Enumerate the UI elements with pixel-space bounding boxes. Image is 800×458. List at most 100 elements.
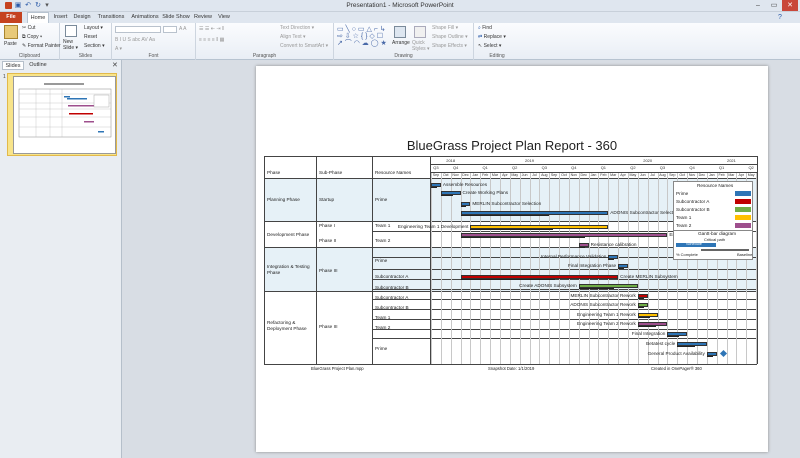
resource-label: Prime [375, 258, 388, 263]
layout-button[interactable]: Layout ▾ [84, 25, 103, 31]
resource-label: Subcontractor B [375, 305, 409, 310]
legend-baseline-bar [701, 249, 749, 251]
app-icon[interactable] [3, 1, 13, 10]
help-icon[interactable]: ? [778, 14, 782, 21]
month-label: Feb [718, 173, 725, 177]
task-label[interactable]: Engineering Team 1 Development [398, 224, 469, 229]
shapes-gallery[interactable]: ▭ ╲ ○ ▭ △ ⌐ ↳ ⇨ ⇩ ☆ { } ◇ ☐ ↗ ⌒ ◠ ☁ ◯ ★ [337, 26, 391, 48]
find-button[interactable]: ⌕ Find [478, 25, 492, 31]
tab-design[interactable]: Design [72, 12, 92, 23]
tab-insert[interactable]: Insert [52, 12, 69, 23]
close-button[interactable]: ✕ [782, 0, 798, 11]
slide-thumbnail[interactable] [13, 76, 116, 154]
maximize-button[interactable]: ▭ [766, 0, 782, 11]
format-painter-button[interactable]: ✎ Format Painter [22, 43, 61, 49]
cut-label: Cut [27, 25, 36, 31]
month-label: Nov [688, 173, 696, 177]
task-label[interactable]: Final Integration [632, 331, 666, 336]
progress-bar [460, 236, 585, 238]
font-name-input[interactable] [115, 26, 161, 33]
undo-icon[interactable]: ↶ [23, 1, 33, 10]
grid-col-line [316, 156, 317, 364]
list-icons[interactable]: ☰ ☰ ⇤ ⇥ ‖ [199, 26, 224, 32]
month-label: Feb [482, 173, 489, 177]
tab-file[interactable]: File [0, 12, 22, 23]
resource-label: Team 1 [375, 315, 391, 320]
copy-label: Copy ▾ [26, 34, 43, 40]
find-label: Find [482, 25, 492, 31]
task-label[interactable]: MERLIN Subcontractor Selection [472, 201, 541, 206]
tab-view[interactable]: View [216, 12, 232, 23]
text-direction-button[interactable]: Text Direction ▾ [280, 25, 314, 31]
task-label[interactable]: Engineering Team 1 Rework [577, 312, 636, 317]
task-label[interactable]: Create MERLIN Subsystem [620, 274, 678, 279]
task-label[interactable]: Internal Performance Validation [541, 254, 606, 259]
shape-effects-button[interactable]: Shape Effects ▾ [432, 43, 467, 49]
quick-styles-button[interactable]: Quick Styles ▾ [412, 40, 430, 52]
task-label[interactable]: ADONIS Subcontractor Selection [610, 210, 679, 215]
align-text-button[interactable]: Align Text ▾ [280, 34, 306, 40]
legend-title: Resource Names [697, 183, 734, 188]
slide-canvas[interactable]: BlueGrass Project Plan Report - 360 Phas… [256, 66, 768, 452]
shape-outline-button[interactable]: Shape Outline ▾ [432, 34, 468, 40]
new-slide-icon[interactable] [65, 25, 77, 37]
task-label[interactable]: Assemble Resources [443, 182, 487, 187]
replace-button[interactable]: ⇄ Replace ▾ [478, 34, 506, 40]
save-icon[interactable]: ▣ [13, 1, 23, 10]
paste-icon[interactable] [4, 25, 18, 39]
customize-qat-icon[interactable]: ▾ [42, 1, 52, 10]
font-size-input[interactable] [163, 26, 177, 33]
task-label[interactable]: Create Working Plans [463, 190, 509, 195]
align-icons[interactable]: ≡ ≡ ≡ ≡ ‖ ▦ [199, 37, 224, 43]
section-button[interactable]: Section ▾ [84, 43, 105, 49]
task-label[interactable]: MERLIN Subcontractor Rework [570, 293, 635, 298]
quick-styles-icon[interactable] [414, 26, 426, 38]
month-label: Apr [738, 173, 745, 177]
tab-review[interactable]: Review [193, 12, 213, 23]
month-label: Nov [570, 173, 578, 177]
font-grow-icon[interactable]: A A [179, 26, 187, 32]
progress-bar [608, 258, 615, 260]
paste-button[interactable]: Paste [4, 41, 17, 47]
task-label[interactable]: Resistance calibration [591, 242, 637, 247]
task-label[interactable]: Betatest cycle [646, 341, 675, 346]
clipboard-label: Clipboard [18, 53, 41, 59]
month-label: May [747, 173, 755, 177]
minimize-button[interactable]: – [750, 0, 766, 11]
task-label[interactable]: General Product Availability [648, 351, 705, 356]
task-label[interactable]: Create ADONIS Subsystem [519, 283, 577, 288]
phase-integration: Integration & Testing Phase [267, 264, 310, 275]
task-label[interactable]: Final Integration Phase [568, 263, 616, 268]
font-style-icons[interactable]: B I U S abc AV Aa [115, 37, 155, 43]
tab-slides[interactable]: Slides [2, 61, 24, 70]
legend-swatch [735, 215, 751, 220]
select-button[interactable]: ↖ Select ▾ [478, 43, 501, 49]
month-label: Nov [452, 173, 459, 177]
arrange-icon[interactable] [394, 26, 406, 38]
tab-home[interactable]: Home [27, 12, 49, 23]
drawing-group: ▭ ╲ ○ ▭ △ ⌐ ↳ ⇨ ⇩ ☆ { } ◇ ☐ ↗ ⌒ ◠ ☁ ◯ ★ Ar… [334, 23, 474, 60]
task-label[interactable]: ADONIS Subcontractor Rework [570, 302, 636, 307]
close-pane-icon[interactable]: ✕ [112, 61, 118, 69]
month-label: Mar [491, 173, 499, 177]
shape-fill-button[interactable]: Shape Fill ▾ [432, 25, 458, 31]
arrange-button[interactable]: Arrange [392, 40, 410, 46]
quarter-label: Q2 [630, 165, 636, 170]
tab-outline[interactable]: Outline [26, 61, 50, 70]
tab-slide-show[interactable]: Slide Show [162, 12, 190, 23]
progress-bar [618, 267, 625, 269]
reset-button[interactable]: Reset [84, 34, 97, 40]
font-color-icon[interactable]: A ▾ [115, 46, 122, 52]
task-label[interactable]: Engineering Team 2 Rework [577, 321, 636, 326]
convert-smartart-button[interactable]: Convert to SmartArt ▾ [280, 43, 328, 49]
cut-button[interactable]: ✂ Cut [22, 25, 35, 31]
new-slide-button[interactable]: New Slide ▾ [63, 39, 81, 51]
quarter-label: Q1 [600, 165, 607, 170]
legend-item-label: Subcontractor B [676, 207, 710, 212]
subphase-label: Phase II [319, 238, 337, 243]
tab-animations[interactable]: Animations [130, 12, 160, 23]
month-label: Aug [659, 173, 666, 177]
footer-file: BlueGrass Project Plan.mpp [311, 366, 364, 371]
tab-transitions[interactable]: Transitions [96, 12, 126, 23]
copy-button[interactable]: ⧉ Copy ▾ [22, 34, 42, 40]
